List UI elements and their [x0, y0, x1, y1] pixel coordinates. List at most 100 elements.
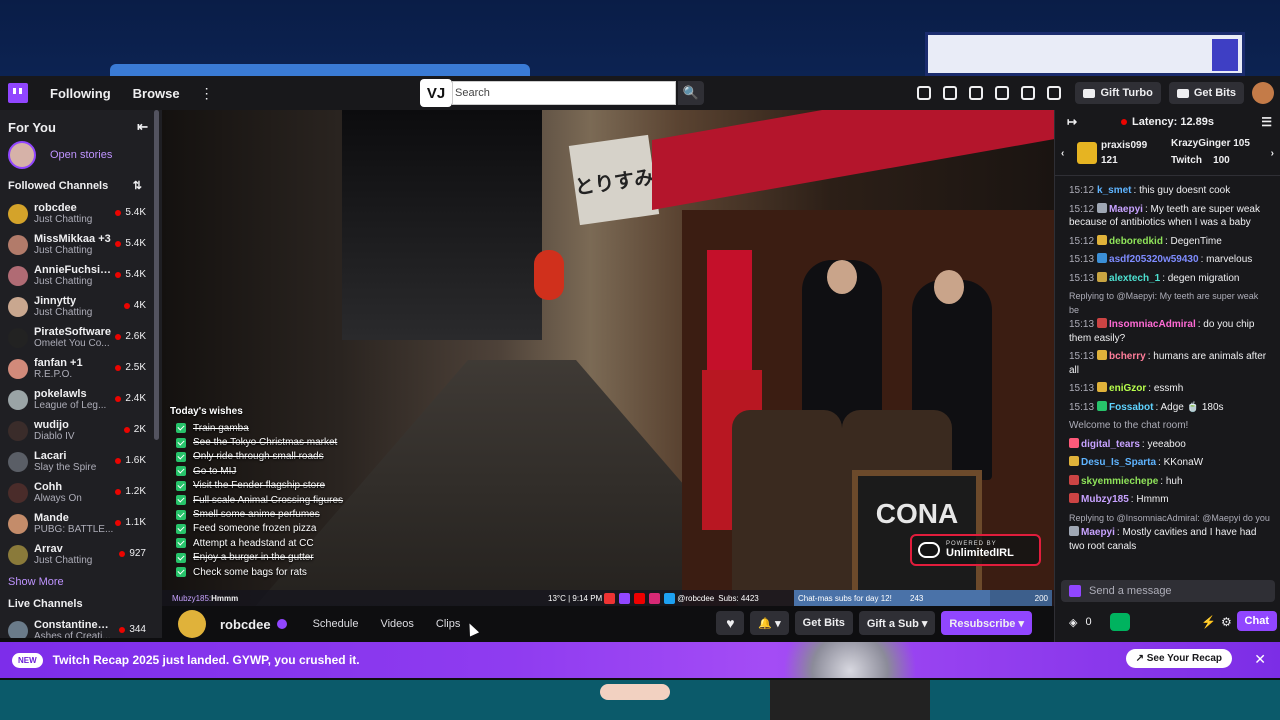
sidebar-channel-game: Just Chatting [34, 214, 93, 225]
sidebar-channel-game: Omelet You Co... [34, 338, 110, 349]
chat-users-icon[interactable]: ☰ [1261, 115, 1272, 129]
inbox-icon[interactable] [1021, 86, 1036, 100]
sidebar-channel[interactable]: fanfan +1 R.E.P.O. 2.5K [0, 353, 162, 384]
tab-clips[interactable]: Clips [436, 618, 460, 630]
chat-username[interactable]: digital_tears [1081, 439, 1140, 450]
channel-points[interactable]: ◈ 0 [1069, 616, 1092, 629]
more-menu-icon[interactable]: ⋮ [200, 85, 214, 102]
tab-videos[interactable]: Videos [380, 618, 413, 630]
chat-username[interactable]: bcherry [1109, 351, 1146, 362]
leaderboard-next-icon[interactable]: › [1271, 148, 1274, 159]
sidebar-channel[interactable]: Cohh Always On 1.2K [0, 477, 162, 508]
chat-username[interactable]: Maepyi [1109, 204, 1143, 215]
chat-username[interactable]: Fossabot [1109, 402, 1153, 413]
show-more-link[interactable]: Show More [0, 570, 162, 598]
channel-get-bits-button[interactable]: Get Bits [794, 611, 853, 635]
extensions-icon[interactable] [943, 86, 958, 100]
claim-bonus-icon[interactable] [1109, 613, 1130, 631]
new-badge: NEW [12, 652, 43, 668]
watch-party-icon[interactable] [917, 86, 932, 100]
gift-sub-button[interactable]: Gift a Sub ▾ [858, 611, 936, 635]
sidebar-channel[interactable]: pokelawls League of Leg... 2.4K [0, 384, 162, 415]
channel-avatar[interactable] [178, 610, 206, 638]
collapse-chat-icon[interactable]: ↦ [1067, 115, 1077, 129]
settings-icon[interactable]: ⚙ [1221, 615, 1232, 629]
user-avatar[interactable] [1252, 82, 1274, 104]
sidebar-channel-name: Arrav [34, 543, 63, 555]
get-bits-button[interactable]: Get Bits [1168, 82, 1244, 104]
sidebar-channel[interactable]: AnnieFuchsia +3 Just Chatting 5.4K [0, 260, 162, 291]
video-alley-sky [342, 110, 542, 340]
leader-3-name: Twitch 100 [1171, 155, 1230, 166]
nav-browse[interactable]: Browse [133, 86, 180, 101]
overlay-sub-goal: Chat-mas subs for day 12! 243 200 [794, 590, 1052, 606]
checkbox-icon [176, 495, 186, 506]
resubscribe-button[interactable]: Resubscribe ▾ [941, 611, 1032, 635]
see-recap-button[interactable]: ↗ See Your Recap [1125, 649, 1232, 668]
sidebar-channel-game: PUBG: BATTLE... [34, 524, 114, 535]
chat-username[interactable]: k_smet [1097, 185, 1131, 196]
nav-following[interactable]: Following [50, 86, 111, 101]
live-channel[interactable]: ConstantineAoC Ashes of Creati... 344 [0, 615, 162, 638]
sidebar-channel[interactable]: Jinnytty Just Chatting 4K [0, 291, 162, 322]
chat-username[interactable]: alextech_1 [1109, 273, 1160, 284]
chat-send-button[interactable]: Chat [1236, 611, 1277, 631]
search-icon[interactable]: 🔍 [678, 81, 704, 105]
sidebar-channel[interactable]: Lacari Slay the Spire 1.6K [0, 446, 162, 477]
channel-name[interactable]: robcdee [220, 617, 271, 632]
chat-username[interactable]: Maepyi [1081, 527, 1115, 538]
chat-input[interactable]: Send a message [1061, 580, 1275, 602]
leader-3-value: 100 [1213, 155, 1230, 166]
sidebar-channel[interactable]: MissMikkaa +3 Just Chatting 5.4K [0, 229, 162, 260]
gift-turbo-button[interactable]: Gift Turbo [1075, 82, 1161, 104]
tab-schedule[interactable]: Schedule [313, 618, 359, 630]
chat-username[interactable]: deboredkid [1109, 236, 1163, 247]
sidebar-viewer-count: 2.6K [115, 331, 146, 342]
chat-username[interactable]: Desu_Is_Sparta [1081, 457, 1156, 468]
crown-icon[interactable] [995, 86, 1010, 100]
twitch-logo-icon[interactable] [8, 83, 28, 103]
channel-actions: ♥ 🔔 ▾ Get Bits Gift a Sub ▾ Resubscribe … [716, 611, 1032, 635]
powered-by-badge: POWERED BY UnlimitedIRL [910, 534, 1041, 566]
chat-timestamp: 15:13 [1069, 383, 1095, 394]
checkbox-icon [176, 509, 186, 520]
chat-username[interactable]: asdf205320w59430 [1109, 254, 1199, 265]
vj-extension-icon[interactable]: VJ [420, 79, 452, 107]
sidebar-channel-game: R.E.P.O. [34, 369, 73, 380]
bits-icon [1176, 88, 1189, 98]
sidebar-channel[interactable]: Arrav Just Chatting 927 [0, 539, 162, 570]
collapse-sidebar-icon[interactable]: ⇤ [137, 119, 148, 135]
turbo-icon [1083, 88, 1096, 98]
sidebar-channel[interactable]: wudijo Diablo IV 2K [0, 415, 162, 446]
whispers-icon[interactable] [1047, 86, 1062, 100]
open-stories[interactable]: Open stories [0, 135, 162, 175]
search-input[interactable]: Search [452, 81, 676, 105]
chat-username[interactable]: InsomniacAdmiral [1109, 319, 1196, 330]
sort-icon[interactable]: ⇅ [133, 179, 142, 192]
sub-goal-target: 200 [1034, 593, 1048, 603]
chat-text: Hmmm [1136, 494, 1169, 505]
sidebar-channel[interactable]: PirateSoftware Omelet You Co... 2.6K [0, 322, 162, 353]
chat-text: KKonaW [1163, 457, 1204, 468]
translate-icon[interactable] [969, 86, 984, 100]
sidebar-channel-name: wudijo [34, 419, 69, 431]
leaderboard-prev-icon[interactable]: ‹ [1061, 148, 1064, 159]
chat-username[interactable]: Mubzy185 [1081, 494, 1129, 505]
chat-badge-icon [1069, 456, 1079, 466]
sidebar-channel[interactable]: Mande PUBG: BATTLE... 1.1K [0, 508, 162, 539]
chat-username[interactable]: eniGzor [1109, 383, 1146, 394]
chat-username[interactable]: skyemmiechepe [1081, 476, 1158, 487]
close-icon[interactable]: ✕ [1254, 651, 1266, 668]
left-sidebar: For You ⇤ Open stories Followed Channels… [0, 110, 162, 638]
follow-heart-button[interactable]: ♥ [716, 611, 745, 635]
sidebar-channel[interactable]: robcdee Just Chatting 5.4K [0, 198, 162, 229]
video-player[interactable]: とりすみ CONA Today's wishes Train gamba See … [162, 110, 1054, 606]
notifications-button[interactable]: 🔔 ▾ [750, 611, 789, 635]
wish-text: See the Tokyo Christmas market [193, 437, 338, 449]
chat-identity-icon[interactable] [1069, 585, 1081, 597]
wish-item: Visit the Fender flagship store [170, 479, 390, 493]
hype-icon[interactable]: ⚡ [1201, 615, 1216, 629]
points-value: 0 [1085, 616, 1092, 628]
chat-message: digital_tears: yeeaboo [1055, 437, 1280, 452]
overlay-patreon-icon [604, 592, 616, 604]
